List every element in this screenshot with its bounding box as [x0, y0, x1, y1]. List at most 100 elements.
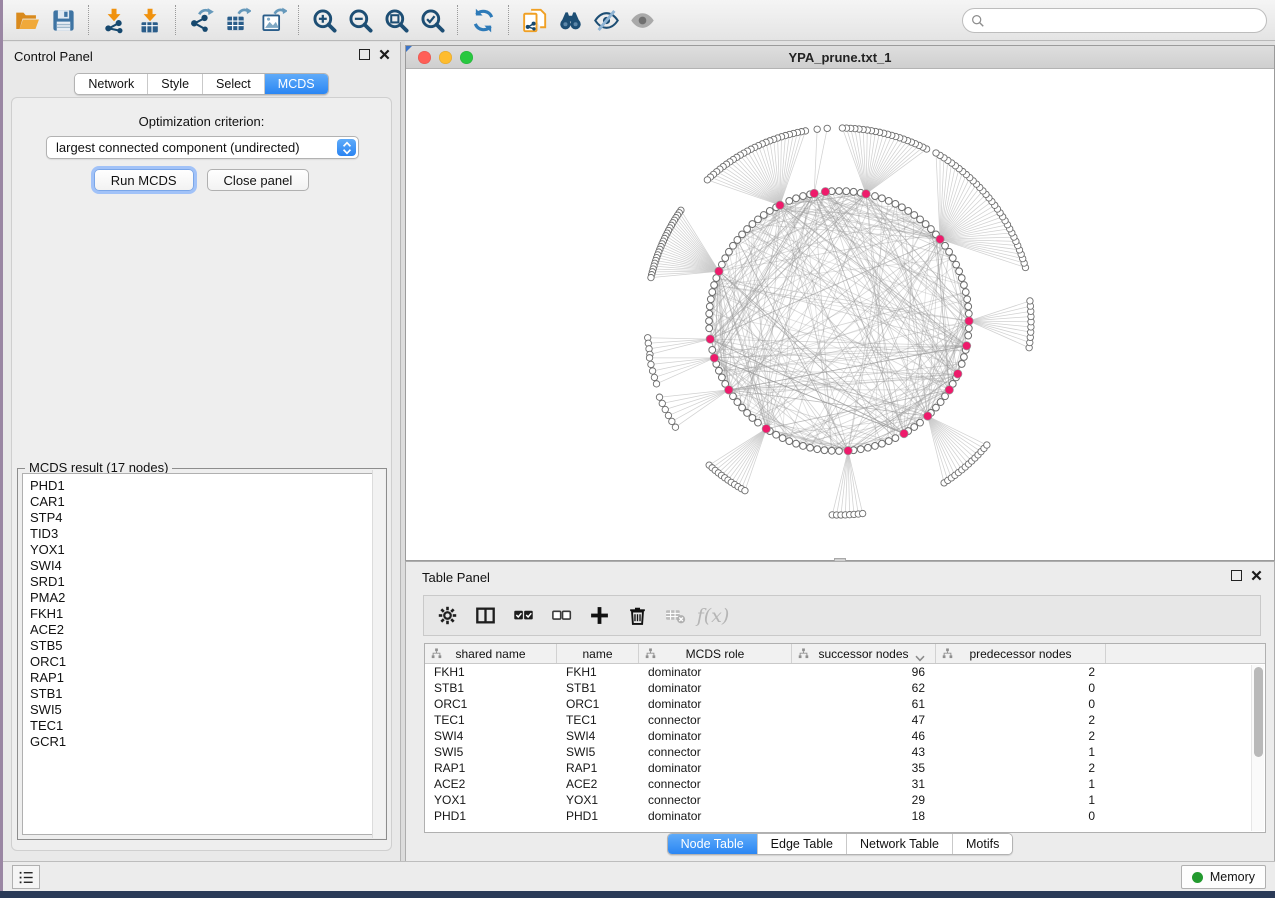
table-cell[interactable]: ORC1: [425, 696, 557, 712]
table-cell[interactable]: connector: [639, 744, 792, 760]
zoom-out-button[interactable]: [342, 3, 378, 37]
table-tab-edge-table[interactable]: Edge Table: [757, 834, 846, 854]
table-row[interactable]: STB1STB1dominator620: [425, 680, 1265, 696]
mcds-result-item[interactable]: SWI5: [30, 702, 381, 718]
zoom-in-button[interactable]: [306, 3, 342, 37]
add-column-button[interactable]: [584, 600, 614, 632]
table-cell[interactable]: 2: [936, 664, 1106, 680]
deselect-all-button[interactable]: [546, 600, 576, 632]
table-row[interactable]: SWI5SWI5connector431: [425, 744, 1265, 760]
mcds-result-item[interactable]: PMA2: [30, 590, 381, 606]
select-all-button[interactable]: [508, 600, 538, 632]
mcds-result-item[interactable]: TID3: [30, 526, 381, 542]
zoom-selected-button[interactable]: [414, 3, 450, 37]
mcds-list-scrollbar[interactable]: [372, 470, 385, 838]
table-cell[interactable]: SWI4: [425, 728, 557, 744]
find-button[interactable]: [552, 3, 588, 37]
table-cell[interactable]: FKH1: [557, 664, 639, 680]
column-header-predecessor-nodes[interactable]: predecessor nodes: [936, 644, 1106, 663]
table-scrollbar-thumb[interactable]: [1254, 667, 1263, 757]
table-cell[interactable]: 2: [936, 728, 1106, 744]
table-cell[interactable]: 46: [792, 728, 936, 744]
table-tab-node-table[interactable]: Node Table: [668, 834, 757, 854]
table-cell[interactable]: 29: [792, 792, 936, 808]
export-image-button[interactable]: [255, 3, 291, 37]
mcds-result-item[interactable]: GCR1: [30, 734, 381, 750]
table-cell[interactable]: dominator: [639, 760, 792, 776]
show-all-button[interactable]: [624, 3, 660, 37]
table-tab-motifs[interactable]: Motifs: [952, 834, 1012, 854]
table-cell[interactable]: connector: [639, 792, 792, 808]
table-cell[interactable]: dominator: [639, 680, 792, 696]
table-row[interactable]: YOX1YOX1connector291: [425, 792, 1265, 808]
mcds-result-item[interactable]: RAP1: [30, 670, 381, 686]
table-cell[interactable]: 96: [792, 664, 936, 680]
mcds-result-item[interactable]: SWI4: [30, 558, 381, 574]
tab-network[interactable]: Network: [75, 74, 147, 94]
table-cell[interactable]: 2: [936, 712, 1106, 728]
column-header-name[interactable]: name: [557, 644, 639, 663]
refresh-layout-button[interactable]: [465, 3, 501, 37]
mcds-result-item[interactable]: ACE2: [30, 622, 381, 638]
optimization-criterion-select[interactable]: largest connected component (undirected): [46, 136, 359, 159]
table-cell[interactable]: 61: [792, 696, 936, 712]
mcds-result-item[interactable]: STB5: [30, 638, 381, 654]
mcds-result-item[interactable]: YOX1: [30, 542, 381, 558]
table-row[interactable]: ORC1ORC1dominator610: [425, 696, 1265, 712]
split-columns-button[interactable]: [470, 600, 500, 632]
table-cell[interactable]: 35: [792, 760, 936, 776]
table-cell[interactable]: 1: [936, 776, 1106, 792]
table-cell[interactable]: SWI4: [557, 728, 639, 744]
table-scrollbar[interactable]: [1251, 665, 1264, 831]
table-cell[interactable]: RAP1: [425, 760, 557, 776]
table-cell[interactable]: ORC1: [557, 696, 639, 712]
table-cell[interactable]: dominator: [639, 728, 792, 744]
network-graph-canvas[interactable]: [406, 69, 1274, 560]
table-cell[interactable]: STB1: [425, 680, 557, 696]
table-cell[interactable]: TEC1: [557, 712, 639, 728]
mcds-result-item[interactable]: STB1: [30, 686, 381, 702]
hide-selected-button[interactable]: [588, 3, 624, 37]
close-table-panel-icon[interactable]: [1251, 570, 1262, 581]
tab-mcds[interactable]: MCDS: [264, 74, 328, 94]
table-cell[interactable]: SWI5: [425, 744, 557, 760]
search-box[interactable]: [962, 8, 1267, 33]
table-cell[interactable]: RAP1: [557, 760, 639, 776]
column-header-successor-nodes[interactable]: successor nodes: [792, 644, 936, 663]
mcds-result-item[interactable]: SRD1: [30, 574, 381, 590]
tab-style[interactable]: Style: [147, 74, 202, 94]
table-cell[interactable]: 0: [936, 808, 1106, 824]
table-cell[interactable]: 1: [936, 744, 1106, 760]
run-mcds-button[interactable]: Run MCDS: [94, 169, 194, 191]
mcds-result-item[interactable]: FKH1: [30, 606, 381, 622]
table-cell[interactable]: 62: [792, 680, 936, 696]
table-cell[interactable]: ACE2: [425, 776, 557, 792]
table-cell[interactable]: PHD1: [557, 808, 639, 824]
table-cell[interactable]: dominator: [639, 808, 792, 824]
table-cell[interactable]: TEC1: [425, 712, 557, 728]
table-cell[interactable]: 2: [936, 760, 1106, 776]
search-input[interactable]: [985, 11, 1266, 31]
column-header-MCDS-role[interactable]: MCDS role: [639, 644, 792, 663]
table-cell[interactable]: SWI5: [557, 744, 639, 760]
table-cell[interactable]: 0: [936, 680, 1106, 696]
export-network-button[interactable]: [183, 3, 219, 37]
task-history-button[interactable]: [12, 865, 40, 889]
table-row[interactable]: PHD1PHD1dominator180: [425, 808, 1265, 824]
table-cell[interactable]: FKH1: [425, 664, 557, 680]
import-network-button[interactable]: [96, 3, 132, 37]
table-cell[interactable]: 1: [936, 792, 1106, 808]
save-session-button[interactable]: [45, 3, 81, 37]
mcds-result-list[interactable]: PHD1CAR1STP4TID3YOX1SWI4SRD1PMA2FKH1ACE2…: [22, 473, 382, 835]
settings-button[interactable]: [432, 600, 462, 632]
import-table-button[interactable]: [132, 3, 168, 37]
table-cell[interactable]: dominator: [639, 696, 792, 712]
table-cell[interactable]: dominator: [639, 664, 792, 680]
table-cell[interactable]: YOX1: [425, 792, 557, 808]
zoom-fit-button[interactable]: [378, 3, 414, 37]
open-file-button[interactable]: [9, 3, 45, 37]
close-panel-icon[interactable]: [379, 49, 390, 60]
table-cell[interactable]: 31: [792, 776, 936, 792]
column-header-shared-name[interactable]: shared name: [425, 644, 557, 663]
float-panel-icon[interactable]: [359, 49, 370, 60]
